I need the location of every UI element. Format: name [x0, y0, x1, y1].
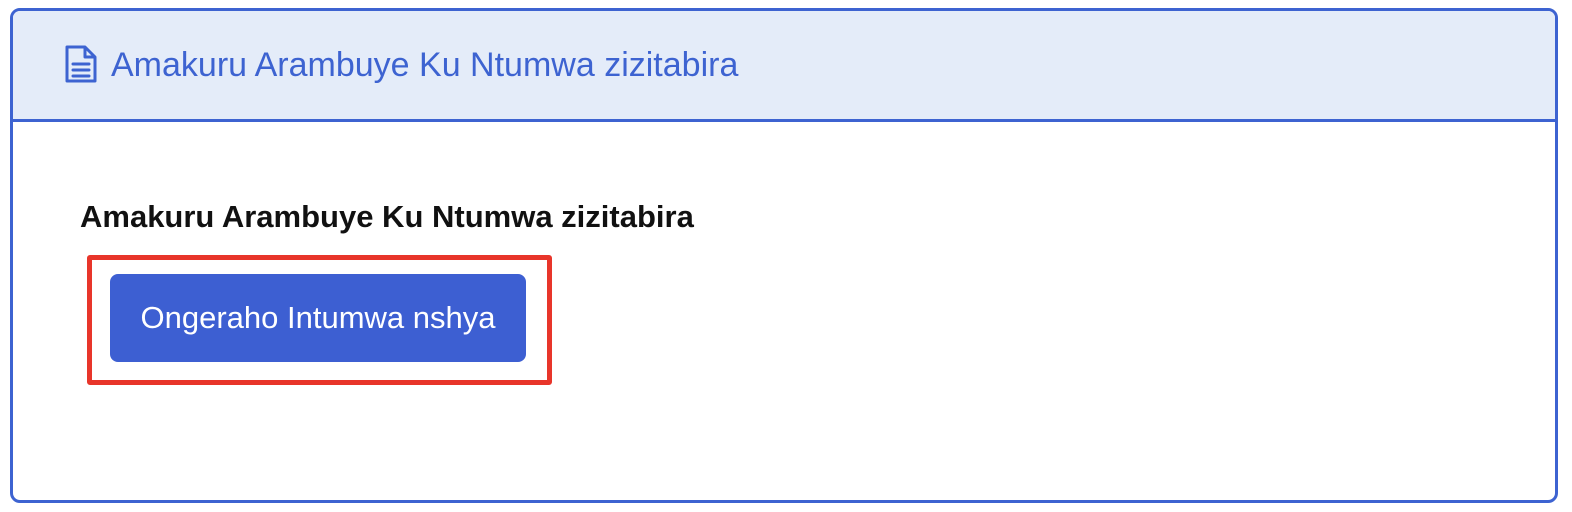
details-card: Amakuru Arambuye Ku Ntumwa zizitabira Am…: [10, 8, 1558, 503]
document-icon: [63, 44, 99, 84]
card-header: Amakuru Arambuye Ku Ntumwa zizitabira: [13, 11, 1555, 122]
add-delegate-button[interactable]: Ongeraho Intumwa nshya: [110, 274, 526, 362]
section-title: Amakuru Arambuye Ku Ntumwa zizitabira: [80, 199, 694, 234]
card-header-title: Amakuru Arambuye Ku Ntumwa zizitabira: [111, 46, 739, 84]
